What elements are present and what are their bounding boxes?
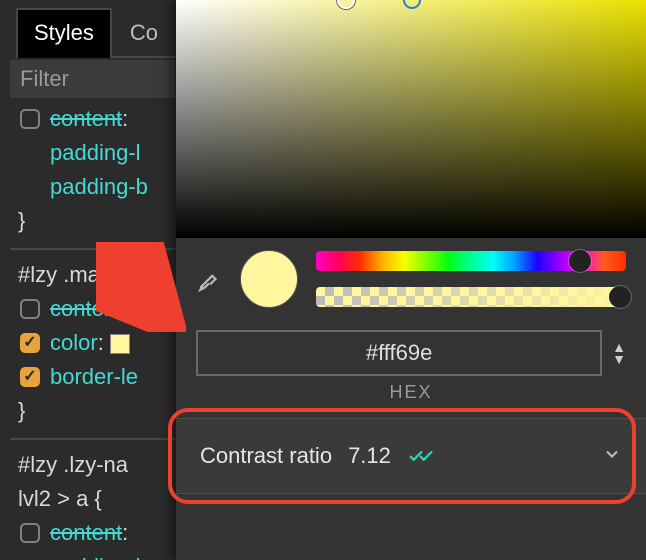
alpha-thumb[interactable]: [609, 286, 631, 308]
format-stepper[interactable]: ▲ ▼: [612, 342, 626, 364]
eyedropper-icon[interactable]: [196, 266, 222, 292]
chevron-down-icon[interactable]: ▼: [612, 354, 626, 364]
alpha-slider[interactable]: [316, 287, 626, 307]
decl-checkbox[interactable]: [20, 109, 40, 129]
decl-prop: color: [50, 330, 98, 355]
decl-checkbox[interactable]: [20, 333, 40, 353]
decl-checkbox[interactable]: [20, 367, 40, 387]
contrast-ratio-row[interactable]: Contrast ratio 7.12: [176, 418, 646, 494]
color-picker-popover: ▲ ▼ HEX Contrast ratio 7.12: [175, 0, 646, 560]
decl-prop: border-le: [50, 364, 138, 389]
decl-checkbox[interactable]: [20, 523, 40, 543]
decl-prop: content: [50, 520, 122, 545]
hue-thumb[interactable]: [569, 250, 591, 272]
decl-checkbox[interactable]: [20, 299, 40, 319]
decl-prop: content: [50, 106, 122, 131]
hue-slider[interactable]: [316, 251, 626, 271]
color-swatch-small[interactable]: [110, 334, 130, 354]
chevron-down-icon[interactable]: [602, 444, 622, 469]
decl-prop: padding-l: [50, 554, 141, 560]
decl-prop: padding-b: [50, 174, 148, 199]
contrast-ratio-value: 7.12: [348, 443, 391, 469]
decl-prop: padding-l: [50, 140, 141, 165]
hex-input[interactable]: [196, 330, 602, 376]
saturation-value-field[interactable]: [176, 0, 646, 238]
double-check-icon: [407, 447, 435, 465]
current-color-swatch: [240, 250, 298, 308]
contrast-ratio-label: Contrast ratio: [200, 443, 332, 469]
color-mode-label: HEX: [176, 382, 646, 403]
decl-prop: content: [50, 296, 122, 321]
tab-styles[interactable]: Styles: [16, 8, 112, 58]
